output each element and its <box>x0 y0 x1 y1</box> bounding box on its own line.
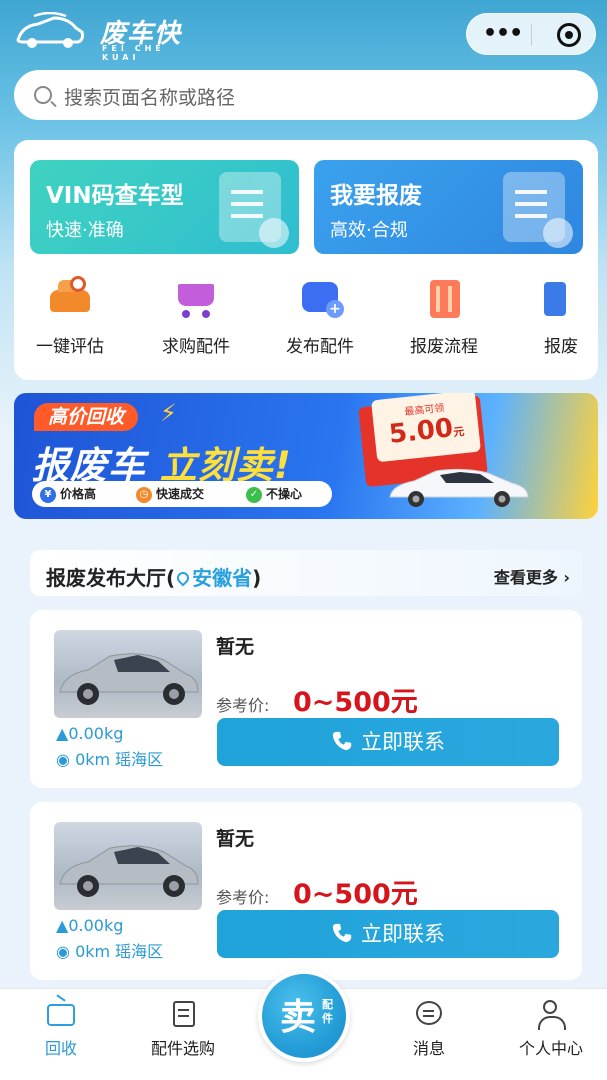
banner-feature: ✓ 不操心 <box>246 485 302 503</box>
search-icon <box>34 86 52 104</box>
listing-distance: ◉ 0km 瑶海区 <box>56 750 164 769</box>
sell-button-label: 卖 <box>280 996 317 1038</box>
listing-weight: ▲0.00kg <box>56 724 124 743</box>
publish-bag-icon <box>296 276 344 320</box>
view-more-link[interactable]: 查看更多 › <box>494 564 570 588</box>
phone-icon <box>332 923 352 943</box>
logo-subtitle: FEI CHE KUAI <box>102 44 165 62</box>
voucher: 最高可领 5.00元 <box>371 393 481 463</box>
quick-action-evaluate[interactable]: 一键评估 <box>10 276 130 368</box>
scrap-card-title: 我要报废 <box>330 183 422 209</box>
quick-action-label: 报废流程 <box>410 337 478 357</box>
document-check-icon <box>168 999 198 1027</box>
header: 废车快 FEI CHE KUAI ••• <box>0 0 607 66</box>
logo-car-icon <box>16 12 84 48</box>
reference-price-label: 参考价: <box>216 696 270 715</box>
listing-card[interactable]: 暂无 参考价: 0~500元 ▲0.00kg ◉ 0km 瑶海区 立即联系 <box>30 802 582 980</box>
quick-action-label: 报废 <box>544 337 578 357</box>
capsule-divider <box>531 24 532 46</box>
vin-card-title: VIN码查车型 <box>46 183 184 209</box>
tab-profile[interactable]: 个人中心 <box>496 999 606 1069</box>
process-icon <box>420 276 468 320</box>
tab-recycle[interactable]: 回收 <box>6 999 116 1069</box>
sell-button-sublabel: 配件 <box>322 998 333 1025</box>
banner-features: ¥ 价格高 ◷ 快速成交 ✓ 不操心 <box>32 481 332 507</box>
scale-icon: ▲ <box>56 724 69 743</box>
vin-lookup-card[interactable]: VIN码查车型 快速·准确 <box>30 160 299 254</box>
scrap-request-card[interactable]: 我要报废 高效·合规 <box>314 160 583 254</box>
listing-price: 0~500元 <box>293 879 418 910</box>
tab-label: 个人中心 <box>518 1039 583 1058</box>
car-photo <box>54 822 202 910</box>
feature-panel: VIN码查车型 快速·准确 我要报废 高效·合规 一键评估 求购配件 发布配件 … <box>14 140 598 380</box>
banner-feature: ¥ 价格高 <box>40 485 96 503</box>
contact-button-label: 立即联系 <box>361 922 445 946</box>
banner-tag: 高价回收 <box>34 403 139 431</box>
scrap-card-subtitle: 高效·合规 <box>330 220 408 241</box>
quick-action-label: 一键评估 <box>36 337 104 357</box>
location-selector[interactable]: 安徽省 <box>192 566 252 590</box>
location-pin-icon <box>174 569 192 587</box>
document-search-icon <box>219 172 289 248</box>
listing-name: 暂无 <box>216 828 255 850</box>
listing-name: 暂无 <box>216 636 255 658</box>
search-input[interactable]: 搜索页面名称或路径 <box>64 83 235 110</box>
close-target-icon[interactable] <box>557 23 581 47</box>
tab-label: 配件选购 <box>150 1039 215 1058</box>
listing-price: 0~500元 <box>293 687 418 718</box>
section-title: 报废发布大厅(安徽省) <box>46 566 262 590</box>
price-icon: ¥ <box>40 486 56 503</box>
location-icon: ◉ <box>56 942 70 961</box>
search-bar[interactable]: 搜索页面名称或路径 <box>14 70 598 120</box>
tab-parts-shopping[interactable]: 配件选购 <box>128 999 238 1069</box>
quick-action-scrap-process[interactable]: 报废流程 <box>384 276 504 368</box>
scrap-icon <box>544 276 592 320</box>
quick-action-publish-parts[interactable]: 发布配件 <box>260 276 380 368</box>
white-car-image <box>389 468 529 507</box>
app-logo: 废车快 FEI CHE KUAI <box>14 10 194 62</box>
mini-program-capsule: ••• <box>466 13 596 55</box>
message-icon <box>414 999 444 1027</box>
quick-action-scrap[interactable]: 报废 <box>508 276 598 368</box>
lightning-icon: ⚡ <box>160 399 177 427</box>
listing-weight: ▲0.00kg <box>56 916 124 935</box>
banner-feature: ◷ 快速成交 <box>136 485 204 503</box>
tv-icon <box>46 999 76 1027</box>
quick-action-label: 求购配件 <box>162 337 230 357</box>
tab-messages[interactable]: 消息 <box>374 999 484 1069</box>
phone-icon <box>332 731 352 751</box>
promo-banner[interactable]: 高价回收 ⚡ 报废车 立刻卖! ¥ 价格高 ◷ 快速成交 ✓ 不操心 最高可领 5.0… <box>14 393 598 519</box>
sell-parts-button[interactable]: 卖 配件 <box>258 970 350 1062</box>
check-icon: ✓ <box>246 486 262 503</box>
contact-button[interactable]: 立即联系 <box>217 910 559 958</box>
scrap-listing-hall: 报废发布大厅(安徽省) 查看更多 › 暂无 参考价: 0~500元 ▲0.00k… <box>14 540 598 990</box>
clock-icon: ◷ <box>136 486 152 503</box>
vin-card-subtitle: 快速·准确 <box>46 220 124 241</box>
scale-icon: ▲ <box>56 916 69 935</box>
reference-price-label: 参考价: <box>216 888 270 907</box>
more-dots-icon[interactable]: ••• <box>483 23 523 45</box>
contact-button-label: 立即联系 <box>361 730 445 754</box>
listing-distance: ◉ 0km 瑶海区 <box>56 942 164 961</box>
car-photo <box>54 630 202 718</box>
user-icon <box>536 999 566 1030</box>
location-icon: ◉ <box>56 750 70 769</box>
quick-action-label: 发布配件 <box>286 337 354 357</box>
quick-action-buy-parts[interactable]: 求购配件 <box>136 276 256 368</box>
tab-label: 回收 <box>44 1039 77 1058</box>
shopping-cart-icon <box>172 276 220 320</box>
contact-button[interactable]: 立即联系 <box>217 718 559 766</box>
listing-card[interactable]: 暂无 参考价: 0~500元 ▲0.00kg ◉ 0km 瑶海区 立即联系 <box>30 610 582 788</box>
section-header: 报废发布大厅(安徽省) 查看更多 › <box>30 550 582 596</box>
car-evaluate-icon <box>46 276 94 320</box>
document-wrench-icon <box>503 172 573 248</box>
tab-label: 消息 <box>412 1039 445 1058</box>
